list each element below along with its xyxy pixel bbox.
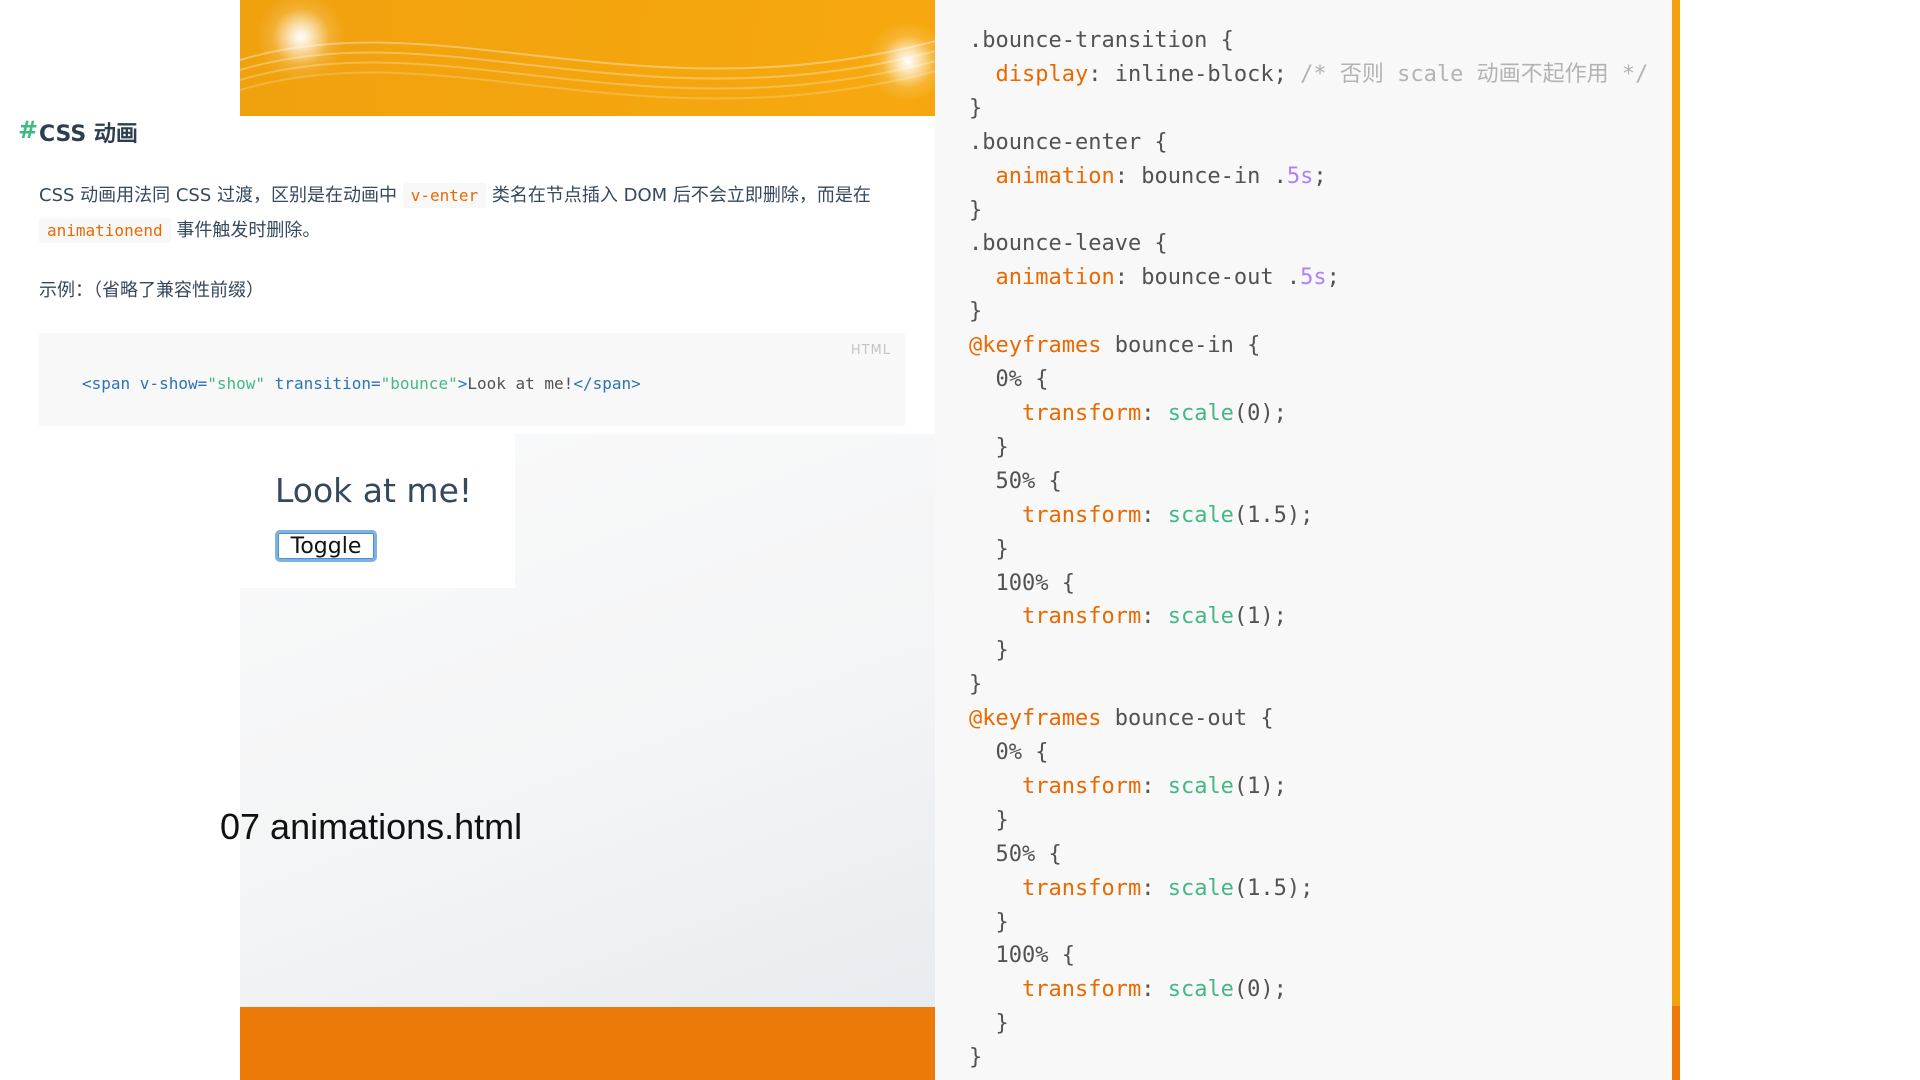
description-paragraph: CSS 动画用法同 CSS 过渡，区别是在动画中 v-enter 类名在节点插入… (39, 183, 871, 243)
code-line: } (969, 909, 1009, 935)
css-code-block: .bounce-transition { display: inline-blo… (969, 24, 1648, 1075)
code-line: display: inline-block; /* 否则 scale 动画不起作… (995, 61, 1649, 87)
code-line: } (969, 434, 1009, 460)
code-line: } (969, 638, 1009, 664)
code-line: } (969, 95, 983, 121)
code-line: } (969, 536, 1009, 562)
html-code-line: <span v-show="show" transition="bounce">… (82, 374, 641, 393)
code-line: .bounce-enter { (969, 129, 1168, 155)
toggle-button[interactable]: Toggle (275, 530, 377, 562)
code-line: transform: scale(0); (1021, 977, 1287, 1003)
code-line: .bounce-transition { (969, 28, 1234, 53)
code-line: animation: bounce-out .5s; (995, 265, 1340, 291)
inline-code: animationend (39, 218, 171, 243)
code-line: transform: scale(1); (1021, 773, 1287, 799)
code-line: 100% { (969, 570, 1075, 596)
code-line: .bounce-leave { (969, 231, 1168, 257)
code-line: transform: scale(1.5); (1021, 502, 1314, 528)
code-line: @keyframes bounce-out { (969, 706, 1274, 732)
heading-anchor-link[interactable]: # (18, 116, 38, 144)
example-label: 示例：（省略了兼容性前缀） (39, 280, 264, 301)
demo-panel: Look at me! Toggle (240, 426, 515, 588)
file-caption: 07 animations.html (220, 806, 523, 847)
code-line: transform: scale(1); (1021, 604, 1287, 630)
code-line: 50% { (969, 841, 1062, 867)
code-line: } (969, 807, 1009, 833)
code-line: animation: bounce-in .5s; (995, 163, 1327, 189)
demo-text: Look at me! (275, 471, 473, 510)
code-line: 0% { (969, 367, 1049, 393)
code-line: } (969, 197, 983, 223)
html-code-block: HTML <span v-show="show" transition="bou… (39, 333, 905, 426)
right-edge-strip (1672, 0, 1680, 1080)
code-line: 0% { (969, 740, 1049, 766)
css-code-panel: .bounce-transition { display: inline-blo… (935, 0, 1672, 1080)
code-line: } (969, 672, 983, 698)
code-line: } (969, 299, 983, 325)
code-line: } (969, 1045, 983, 1071)
code-line: 100% { (969, 943, 1075, 969)
section-heading: CSS 动画 (39, 122, 138, 147)
code-line: @keyframes bounce-in { (969, 333, 1261, 359)
inline-code: v-enter (402, 183, 487, 208)
code-language-label: HTML (850, 343, 891, 358)
code-line: transform: scale(0); (1021, 400, 1287, 426)
code-line: transform: scale(1.5); (1021, 875, 1314, 901)
code-line: 50% { (969, 468, 1062, 494)
code-line: } (969, 1011, 1009, 1037)
